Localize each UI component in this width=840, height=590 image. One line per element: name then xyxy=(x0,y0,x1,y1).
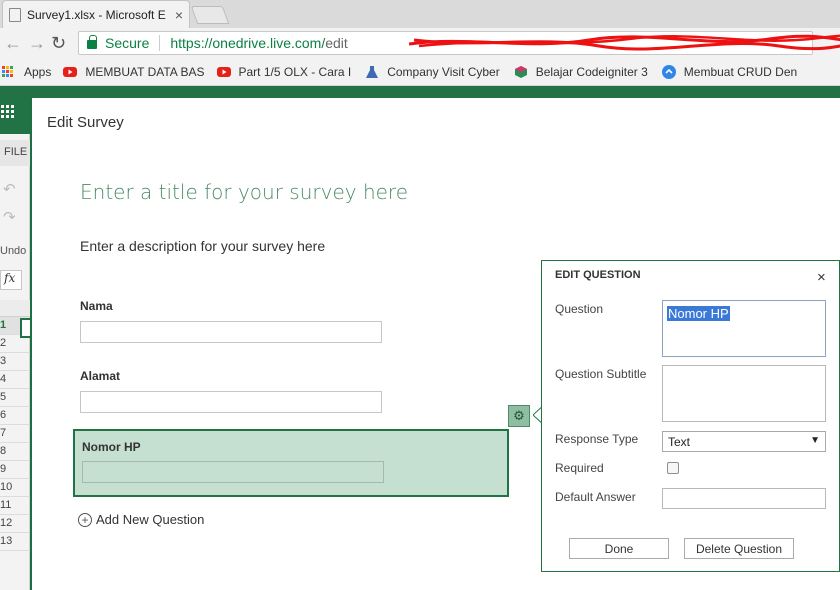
address-separator xyxy=(159,35,161,51)
response-type-label: Response Type xyxy=(555,432,639,446)
bookmark-label: Belajar Codeigniter 3 xyxy=(535,64,648,79)
youtube-icon xyxy=(216,66,231,77)
bookmark-label: Membuat CRUD Den xyxy=(683,64,798,79)
edit-question-pane: EDIT QUESTION × Question Nomor HP Questi… xyxy=(541,260,840,572)
chevron-down-icon: ▼ xyxy=(810,435,820,446)
address-bar[interactable]: Secure https://onedrive.live.com/ edit xyxy=(78,31,840,55)
row-header[interactable]: 7 xyxy=(0,425,30,443)
row-header[interactable]: 11 xyxy=(0,497,30,515)
redaction-scribble xyxy=(409,34,840,51)
required-label: Required xyxy=(555,461,604,475)
default-answer-label: Default Answer xyxy=(555,490,636,504)
insert-function-button[interactable]: fx xyxy=(0,270,22,290)
row-header[interactable]: 8 xyxy=(0,443,30,461)
bookmark-label: Apps xyxy=(24,64,52,79)
row-header[interactable]: 4 xyxy=(0,371,30,389)
apps-grid-icon xyxy=(2,65,14,78)
forward-icon[interactable]: → xyxy=(28,33,46,53)
question-subtitle-textarea[interactable] xyxy=(662,365,826,422)
reload-icon[interactable]: ↻ xyxy=(51,33,66,53)
subtitle-field-label: Question Subtitle xyxy=(555,367,647,381)
youtube-icon xyxy=(63,66,78,77)
done-button[interactable]: Done xyxy=(569,538,669,559)
tab-close-icon[interactable]: × xyxy=(175,7,183,23)
question-alamat[interactable]: Alamat xyxy=(80,369,382,415)
response-type-value: Text xyxy=(668,435,691,449)
undo-icon[interactable]: ↶ xyxy=(3,180,16,198)
bookmark-membuat-data-base[interactable]: MEMBUAT DATA BAS xyxy=(63,64,205,79)
row-header[interactable]: 13 xyxy=(0,533,30,551)
question-label: Nama xyxy=(80,299,113,313)
add-question-label: Add New Question xyxy=(96,512,205,527)
select-all-corner[interactable] xyxy=(0,300,30,317)
bookmarks-bar: Apps MEMBUAT DATA BAS Part 1/5 OLX - Car… xyxy=(0,58,840,86)
editor-title: Edit Survey xyxy=(47,114,124,131)
required-checkbox[interactable] xyxy=(667,462,679,474)
row-header[interactable]: 10 xyxy=(0,479,30,497)
lock-icon xyxy=(87,35,97,49)
gear-icon[interactable]: ⚙ xyxy=(508,405,530,427)
app-launcher-icon[interactable] xyxy=(0,98,30,134)
response-type-select[interactable]: Text ▼ xyxy=(662,431,826,452)
link-icon xyxy=(661,64,676,79)
survey-description-placeholder[interactable]: Enter a description for your survey here xyxy=(80,238,325,254)
row-header[interactable]: 12 xyxy=(0,515,30,533)
bookmark-label: Part 1/5 OLX - Cara I xyxy=(238,64,352,79)
answer-input[interactable] xyxy=(82,461,384,483)
bookmark-olx[interactable]: Part 1/5 OLX - Cara I xyxy=(216,64,352,79)
row-header[interactable]: 9 xyxy=(0,461,30,479)
bookmark-codeigniter[interactable]: Belajar Codeigniter 3 xyxy=(514,65,648,79)
browser-tab-strip: Survey1.xlsx - Microsoft E × xyxy=(0,0,840,28)
tab-title: Survey1.xlsx - Microsoft E xyxy=(27,7,166,22)
question-label: Alamat xyxy=(80,369,121,383)
question-nama[interactable]: Nama xyxy=(80,299,382,345)
new-tab-button[interactable] xyxy=(190,6,230,24)
bookmark-label: MEMBUAT DATA BAS xyxy=(85,64,205,79)
bookmark-crud[interactable]: Membuat CRUD Den xyxy=(661,64,798,79)
file-tab[interactable]: FILE xyxy=(0,140,30,166)
answer-input[interactable] xyxy=(80,391,382,413)
cube-icon xyxy=(514,65,527,78)
add-new-question-button[interactable]: + Add New Question xyxy=(78,512,204,527)
default-answer-input[interactable] xyxy=(662,488,826,509)
back-icon[interactable]: ← xyxy=(4,33,22,53)
pane-heading: EDIT QUESTION xyxy=(555,269,641,281)
excel-app-bar xyxy=(0,86,840,98)
close-icon[interactable]: × xyxy=(817,269,826,286)
secure-label: Secure xyxy=(105,35,150,51)
bookmark-apps[interactable]: Apps xyxy=(2,65,51,79)
answer-input[interactable] xyxy=(80,321,382,343)
question-field-label: Question xyxy=(555,302,604,316)
selected-question-text: Nomor HP xyxy=(667,306,730,321)
row-header[interactable]: 6 xyxy=(0,407,30,425)
row-header[interactable]: 3 xyxy=(0,353,30,371)
survey-title-placeholder[interactable]: Enter a title for your survey here xyxy=(80,180,408,204)
plus-icon: + xyxy=(78,512,92,527)
bookmark-company-visit[interactable]: Company Visit Cyber xyxy=(365,65,500,79)
undo-label: Undo xyxy=(0,245,27,257)
url-text: https://onedrive.live.com/ xyxy=(170,35,326,51)
question-nomor-hp[interactable]: Nomor HP xyxy=(73,429,509,497)
flask-icon xyxy=(366,65,379,78)
url-tail: edit xyxy=(325,35,348,51)
row-header[interactable]: 5 xyxy=(0,389,30,407)
browser-toolbar: ← → ↻ Secure https://onedrive.live.com/ … xyxy=(0,28,840,58)
browser-tab[interactable]: Survey1.xlsx - Microsoft E × xyxy=(2,0,190,28)
bookmark-label: Company Visit Cyber xyxy=(387,64,500,79)
question-textarea[interactable]: Nomor HP xyxy=(662,300,826,357)
redo-icon[interactable]: ↷ xyxy=(3,208,16,226)
page-icon xyxy=(9,7,21,22)
row-headers: 1 2 3 4 5 6 7 8 9 10 11 12 13 xyxy=(0,317,30,551)
delete-question-button[interactable]: Delete Question xyxy=(684,538,794,559)
question-label: Nomor HP xyxy=(82,440,141,454)
